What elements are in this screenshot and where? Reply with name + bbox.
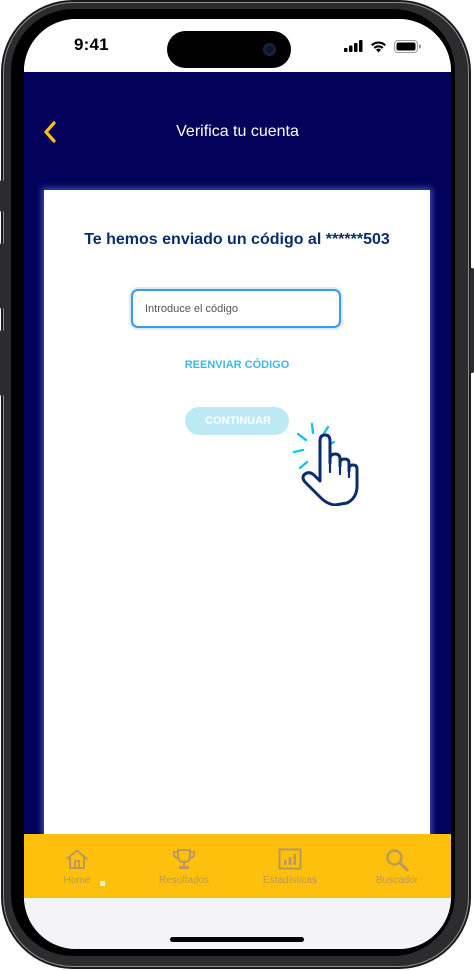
code-sent-heading: Te hemos enviado un código al ******503 <box>84 231 390 248</box>
home-icon <box>66 849 88 869</box>
resend-code-link[interactable]: REENVIAR CÓDIGO <box>44 359 430 371</box>
signal-icon <box>344 40 363 52</box>
tab-resultados[interactable]: Resultados <box>131 834 237 898</box>
camera-icon <box>263 43 276 56</box>
mute-switch <box>0 180 4 212</box>
status-icons <box>344 39 421 53</box>
home-indicator[interactable] <box>170 937 304 942</box>
tab-bar: Home Resultados Estadísticas Buscador <box>24 834 451 898</box>
active-indicator <box>100 881 105 886</box>
tab-label: Estadísticas <box>263 875 317 886</box>
status-bar: 9:41 <box>24 19 451 72</box>
trophy-icon <box>172 849 196 869</box>
verification-card: Te hemos enviado un código al ******503 … <box>44 190 430 850</box>
tab-buscador[interactable]: Buscador <box>344 834 450 898</box>
power-button <box>470 268 474 373</box>
tap-hand-icon <box>292 422 359 506</box>
phone-screen: 9:41 Verifica tu cuenta Te hemos enviado… <box>24 19 451 949</box>
tab-estadisticas[interactable]: Estadísticas <box>237 834 343 898</box>
search-icon <box>386 849 409 872</box>
tab-label: Buscador <box>375 875 419 886</box>
wifi-icon <box>371 40 386 52</box>
volume-down-button <box>0 330 4 396</box>
page-title: Verifica tu cuenta <box>176 123 299 140</box>
tab-label: Resultados <box>158 875 210 886</box>
status-time: 9:41 <box>74 35 109 54</box>
battery-icon <box>394 39 421 53</box>
dynamic-island <box>167 31 291 68</box>
app-header: Verifica tu cuenta <box>24 72 451 192</box>
tab-home[interactable]: Home <box>24 834 130 898</box>
bar-chart-icon <box>278 848 302 870</box>
volume-up-button <box>0 243 4 309</box>
code-input[interactable] <box>131 289 341 328</box>
tab-label: Home <box>63 875 91 886</box>
